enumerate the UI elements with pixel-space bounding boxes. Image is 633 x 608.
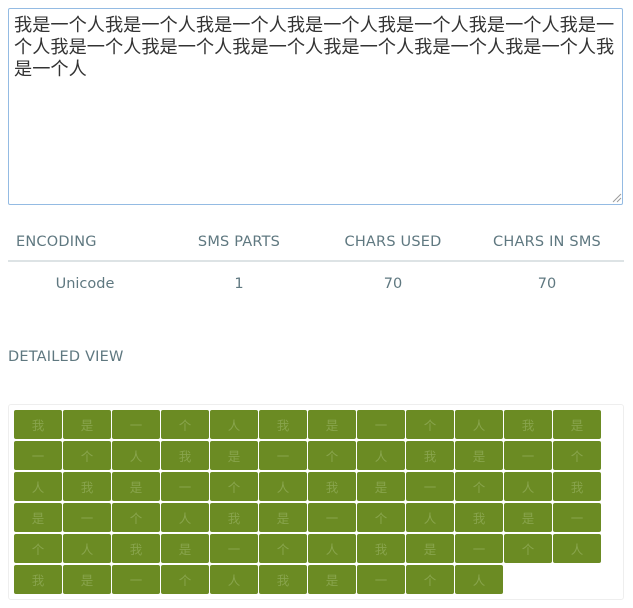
character-cell: 个: [161, 565, 209, 594]
character-cell: 个: [161, 410, 209, 439]
character-grid: 我是一个人我是一个人我是一个人我是一个人我是一个人我是一个人我是一个人我是一个人…: [8, 404, 624, 600]
character-cell: 是: [308, 565, 356, 594]
character-cell: 个: [504, 534, 552, 563]
chars-used-value: 70: [383, 276, 403, 292]
character-cell: 是: [112, 472, 160, 501]
encoding-header: ENCODING: [8, 223, 162, 262]
character-cell: 人: [259, 472, 307, 501]
character-cell: 个: [112, 503, 160, 532]
character-cell: 个: [63, 441, 111, 470]
character-cell: 一: [161, 472, 209, 501]
encoding-value: Unicode: [55, 276, 115, 292]
character-cell: 人: [210, 565, 258, 594]
character-cell: 是: [63, 410, 111, 439]
character-cell: 人: [455, 565, 503, 594]
character-cell: 我: [112, 534, 160, 563]
character-cell: 个: [455, 472, 503, 501]
character-cell: 人: [14, 472, 62, 501]
character-cell: 一: [455, 534, 503, 563]
character-cell: 我: [504, 410, 552, 439]
character-cell: 人: [455, 410, 503, 439]
character-cell: 个: [259, 534, 307, 563]
character-cell: 我: [14, 565, 62, 594]
character-cell: 是: [308, 410, 356, 439]
character-cell: 个: [357, 503, 405, 532]
character-cell: 个: [210, 472, 258, 501]
character-cell: 是: [63, 565, 111, 594]
sms-parts-header: SMS PARTS: [162, 223, 316, 262]
resize-grip-icon[interactable]: [612, 193, 622, 203]
character-cell: 人: [504, 472, 552, 501]
character-cell: 个: [406, 565, 454, 594]
character-cell: 是: [161, 534, 209, 563]
character-cell: 是: [455, 441, 503, 470]
character-cell: 我: [63, 472, 111, 501]
character-cell: 人: [63, 534, 111, 563]
character-cell: 人: [357, 441, 405, 470]
character-cell: 一: [553, 503, 601, 532]
message-input[interactable]: 我是一个人我是一个人我是一个人我是一个人我是一个人我是一个人我是一个人我是一个人…: [8, 8, 623, 205]
character-cell: 我: [161, 441, 209, 470]
sms-parts-value: 1: [234, 276, 244, 292]
character-cell: 一: [210, 534, 258, 563]
character-cell: 我: [259, 410, 307, 439]
chars-used-header: CHARS USED: [316, 223, 470, 262]
character-cell: 个: [406, 410, 454, 439]
stats-value-row: Unicode 1 70 70: [8, 261, 624, 306]
character-cell: 我: [308, 472, 356, 501]
character-cell: 是: [210, 441, 258, 470]
character-cell: 是: [504, 503, 552, 532]
detailed-view-heading: DETAILED VIEW: [8, 349, 124, 365]
character-cell: 我: [259, 565, 307, 594]
character-cell: 个: [308, 441, 356, 470]
character-cell: 一: [112, 410, 160, 439]
character-cell: 一: [259, 441, 307, 470]
character-cell: 一: [112, 565, 160, 594]
character-cell: 一: [357, 565, 405, 594]
character-cell: 一: [504, 441, 552, 470]
character-cell: 个: [14, 534, 62, 563]
character-cell: 一: [63, 503, 111, 532]
character-cell: 一: [308, 503, 356, 532]
character-cell: 人: [553, 534, 601, 563]
character-cell: 我: [210, 503, 258, 532]
character-cell: 一: [14, 441, 62, 470]
character-cell: 我: [357, 534, 405, 563]
character-cell: 个: [553, 441, 601, 470]
chars-in-sms-header: CHARS IN SMS: [470, 223, 624, 262]
chars-in-sms-value: 70: [537, 276, 557, 292]
character-cell: 是: [406, 534, 454, 563]
character-cell: 人: [210, 410, 258, 439]
character-cell: 一: [357, 410, 405, 439]
character-cell: 我: [14, 410, 62, 439]
character-cell: 是: [357, 472, 405, 501]
character-cell: 人: [308, 534, 356, 563]
character-cell: 我: [455, 503, 503, 532]
sms-stats-table: ENCODING SMS PARTS CHARS USED CHARS IN S…: [8, 223, 624, 306]
character-cell: 是: [259, 503, 307, 532]
character-cell: 人: [161, 503, 209, 532]
character-cell: 人: [112, 441, 160, 470]
character-cell: 是: [553, 410, 601, 439]
character-cell: 一: [406, 472, 454, 501]
character-cell: 我: [553, 472, 601, 501]
character-cell: 我: [406, 441, 454, 470]
stats-header-row: ENCODING SMS PARTS CHARS USED CHARS IN S…: [8, 223, 624, 262]
character-cell: 是: [14, 503, 62, 532]
character-cell: 人: [406, 503, 454, 532]
